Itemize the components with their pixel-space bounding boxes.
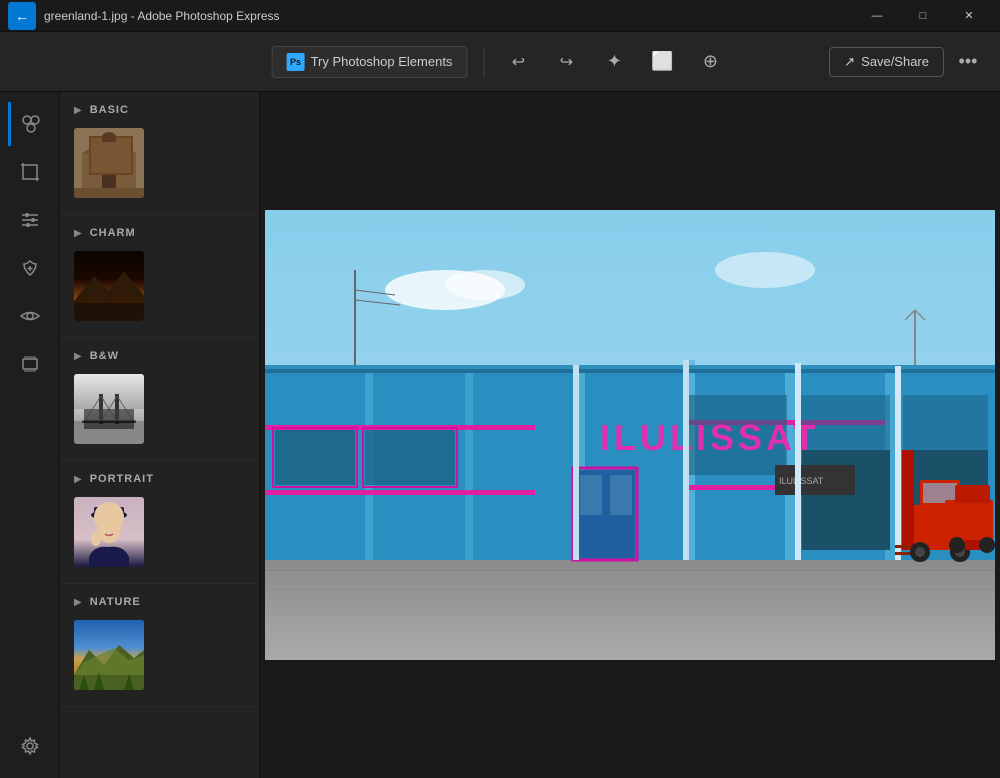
auto-enhance-button[interactable]: ✦ — [596, 44, 632, 80]
nav-layers-button[interactable] — [8, 342, 52, 386]
undo-button[interactable]: ↩ — [500, 44, 536, 80]
minimize-button[interactable]: — — [854, 0, 900, 32]
chevron-bw: ▶ — [74, 351, 82, 362]
filter-bw-thumbnails — [60, 370, 259, 456]
toolbar-center: Ps Try Photoshop Elements ↩ ↪ ✦ ⬜ ⊕ — [272, 44, 729, 80]
svg-text:ILULISSAT: ILULISSAT — [779, 476, 824, 486]
filter-portrait-header[interactable]: ▶ PORTRAIT — [60, 473, 259, 493]
toolbar: Ps Try Photoshop Elements ↩ ↪ ✦ ⬜ ⊕ ↗ Sa… — [0, 32, 1000, 92]
filter-section-bw: ▶ B&W — [60, 338, 259, 461]
main-layout: ▶ BASIC — [0, 92, 1000, 778]
chevron-portrait: ▶ — [74, 474, 82, 485]
adjust-icon — [19, 209, 41, 231]
nav-adjust-button[interactable] — [8, 198, 52, 242]
heal-icon — [19, 257, 41, 279]
title-bar: ← greenland-1.jpg - Adobe Photoshop Expr… — [0, 0, 1000, 32]
chevron-basic: ▶ — [74, 105, 82, 116]
chevron-charm: ▶ — [74, 228, 82, 239]
filter-basic-thumbnail[interactable] — [74, 128, 144, 198]
nature-thumb-image — [74, 620, 144, 690]
filter-portrait-thumbnail[interactable] — [74, 497, 144, 567]
try-photoshop-elements-button[interactable]: Ps Try Photoshop Elements — [272, 46, 468, 78]
toolbar-right: ↗ Save/Share ••• — [829, 46, 984, 78]
filter-section-portrait: ▶ PORTRAIT — [60, 461, 259, 584]
filter-section-nature: ▶ NATURE — [60, 584, 259, 707]
filter-panel: ▶ BASIC — [60, 92, 260, 778]
window-controls: — □ ✕ — [854, 0, 992, 32]
filter-basic-title: BASIC — [90, 104, 129, 116]
nav-crop-button[interactable] — [8, 150, 52, 194]
icon-nav — [0, 92, 60, 778]
maximize-button[interactable]: □ — [900, 0, 946, 32]
share-icon: ↗ — [844, 54, 855, 70]
portrait-thumb-image — [74, 497, 144, 567]
filter-section-basic: ▶ BASIC — [60, 92, 259, 215]
svg-text:ILULISSAT: ILULISSAT — [600, 417, 819, 458]
save-share-label: Save/Share — [861, 54, 929, 69]
filter-nature-thumbnails — [60, 616, 259, 702]
filter-charm-thumbnails — [60, 247, 259, 333]
filter-basic-header[interactable]: ▶ BASIC — [60, 104, 259, 124]
filter-nature-header[interactable]: ▶ NATURE — [60, 596, 259, 616]
filter-section-charm: ▶ CHARM — [60, 215, 259, 338]
filter-charm-title: CHARM — [90, 227, 136, 239]
compare-button[interactable]: ⬜ — [644, 44, 680, 80]
window-title: greenland-1.jpg - Adobe Photoshop Expres… — [44, 9, 280, 23]
main-image-container: ILULISSAT ILULISSAT — [265, 210, 995, 660]
more-options-button[interactable]: ••• — [952, 46, 984, 78]
filter-charm-thumbnail[interactable] — [74, 251, 144, 321]
filter-basic-thumbnails — [60, 124, 259, 210]
settings-icon — [19, 735, 41, 757]
filter-nature-thumbnail[interactable] — [74, 620, 144, 690]
save-share-button[interactable]: ↗ Save/Share — [829, 47, 944, 77]
icon-nav-bottom — [8, 724, 52, 768]
try-ps-label: Try Photoshop Elements — [311, 54, 453, 69]
effects-icon — [20, 113, 42, 135]
back-button[interactable]: ← — [8, 2, 36, 30]
filter-charm-header[interactable]: ▶ CHARM — [60, 227, 259, 247]
main-photo-svg: ILULISSAT ILULISSAT — [265, 210, 995, 660]
nav-eyes-button[interactable] — [8, 294, 52, 338]
basic-thumb-image — [74, 128, 144, 198]
nav-settings-button[interactable] — [8, 724, 52, 768]
toolbar-divider-1 — [483, 47, 484, 77]
zoom-button[interactable]: ⊕ — [692, 44, 728, 80]
charm-thumb-image — [74, 251, 144, 321]
filter-portrait-title: PORTRAIT — [90, 473, 154, 485]
layers-icon — [19, 353, 41, 375]
chevron-nature: ▶ — [74, 597, 82, 608]
eye-icon — [19, 305, 41, 327]
title-bar-left: ← greenland-1.jpg - Adobe Photoshop Expr… — [8, 2, 280, 30]
bw-thumb-image — [74, 374, 144, 444]
filter-nature-title: NATURE — [90, 596, 141, 608]
crop-icon — [19, 161, 41, 183]
icon-nav-top — [8, 102, 52, 386]
filter-bw-header[interactable]: ▶ B&W — [60, 350, 259, 370]
close-button[interactable]: ✕ — [946, 0, 992, 32]
nav-effects-button[interactable] — [8, 102, 52, 146]
filter-bw-title: B&W — [90, 350, 119, 362]
ps-icon: Ps — [287, 53, 305, 71]
filter-portrait-thumbnails — [60, 493, 259, 579]
redo-button[interactable]: ↪ — [548, 44, 584, 80]
filter-bw-thumbnail[interactable] — [74, 374, 144, 444]
canvas-area: ILULISSAT ILULISSAT — [260, 92, 1000, 778]
nav-heal-button[interactable] — [8, 246, 52, 290]
